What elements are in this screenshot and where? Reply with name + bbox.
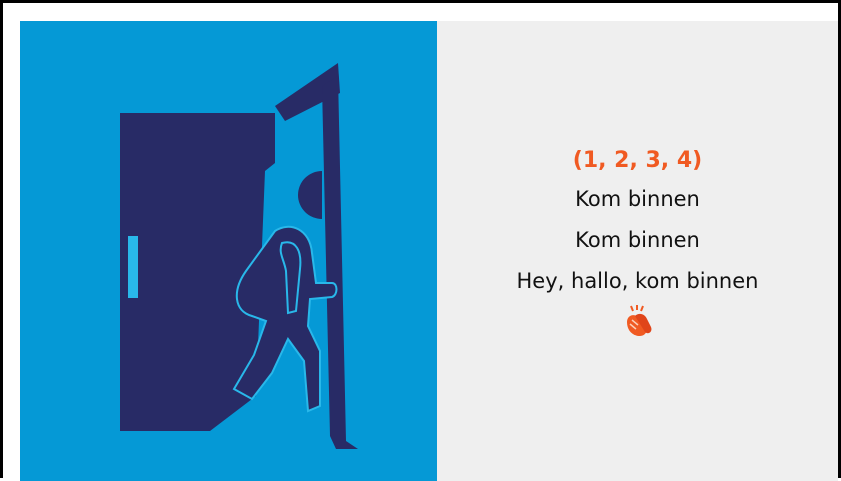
door-edge xyxy=(322,76,358,449)
door-handle xyxy=(128,236,138,298)
illustration-panel xyxy=(20,21,437,481)
person-walking-through-door-icon xyxy=(120,63,358,449)
clapping-hands-icon xyxy=(626,305,651,336)
slide-frame: (1, 2, 3, 4) Kom binnen Kom binnen Hey, … xyxy=(0,0,841,481)
lyric-line-1: Kom binnen xyxy=(575,187,700,211)
lyrics-block: (1, 2, 3, 4) Kom binnen Kom binnen Hey, … xyxy=(437,143,838,338)
lyric-line-2: Kom binnen xyxy=(575,228,700,252)
person-head xyxy=(298,171,322,219)
lyric-line-3: Hey, hallo, kom binnen xyxy=(516,269,759,293)
lyrics-panel: (1, 2, 3, 4) Kom binnen Kom binnen Hey, … xyxy=(437,21,838,481)
count-text: (1, 2, 3, 4) xyxy=(572,148,703,173)
